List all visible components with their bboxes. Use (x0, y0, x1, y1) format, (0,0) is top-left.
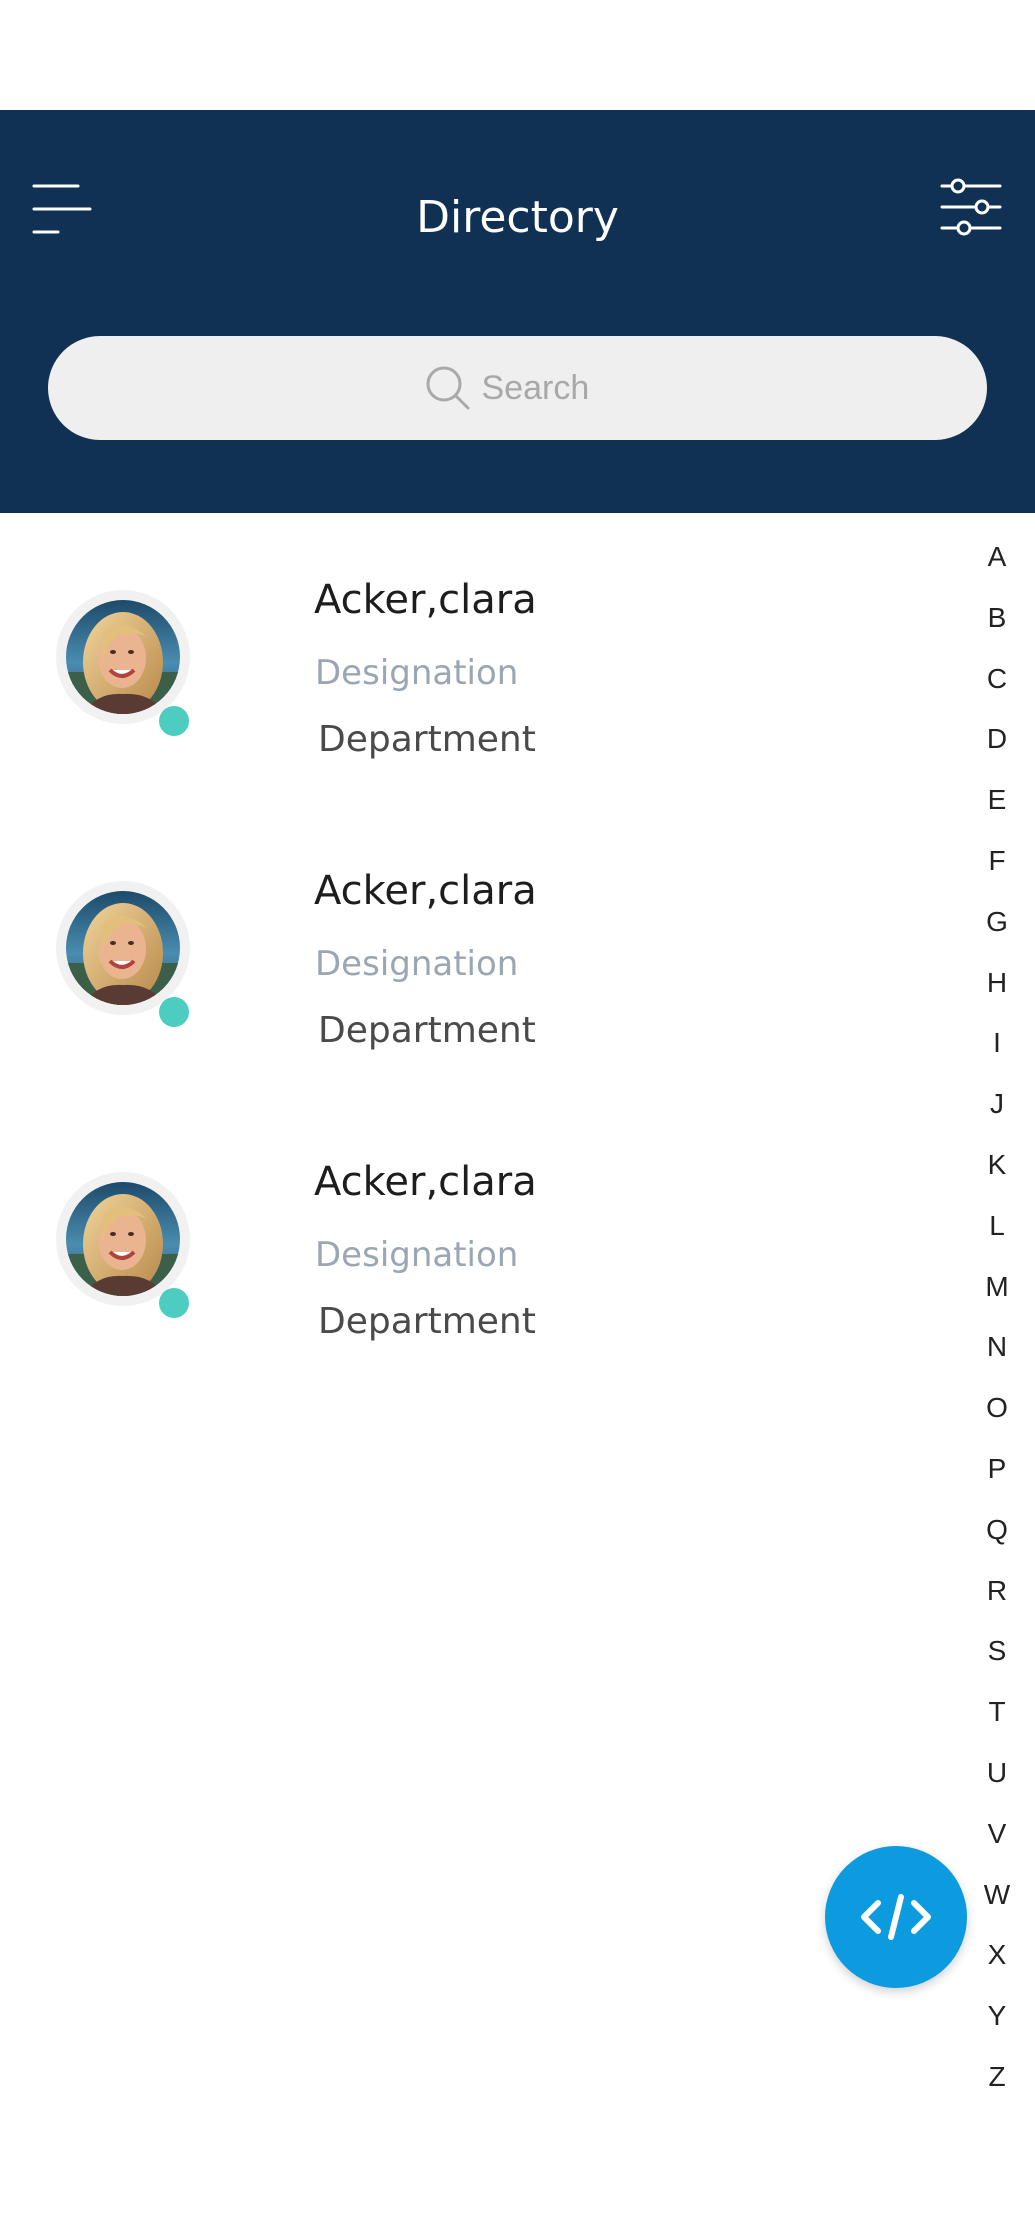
list-item[interactable]: Acker,clara Designation Department (0, 1095, 950, 1386)
alphabet-index-letter[interactable]: R (972, 1561, 1022, 1622)
contact-list: Acker,clara Designation Department Acker… (0, 513, 950, 1386)
alphabet-index-letter[interactable]: E (972, 770, 1022, 831)
avatar-photo (66, 891, 180, 1005)
alphabet-index-letter[interactable]: I (972, 1013, 1022, 1074)
online-status-indicator (159, 706, 189, 736)
alphabet-index-letter[interactable]: A (972, 527, 1022, 588)
contact-designation: Designation (315, 653, 519, 693)
alphabet-index-letter[interactable]: X (972, 1925, 1022, 1986)
app-header: Directory (0, 110, 1035, 513)
contact-designation: Designation (315, 1235, 519, 1275)
alphabet-index-letter[interactable]: Y (972, 1986, 1022, 2047)
online-status-indicator (159, 997, 189, 1027)
search-icon (424, 364, 472, 412)
sliders-filter-icon (940, 178, 1002, 236)
contact-name: Acker,clara (314, 577, 537, 623)
alphabet-index-letter[interactable]: T (972, 1682, 1022, 1743)
contact-designation: Designation (315, 944, 519, 984)
alphabet-index-letter[interactable]: S (972, 1621, 1022, 1682)
alphabet-index-letter[interactable]: D (972, 709, 1022, 770)
alphabet-index: A B C D E F G H I J K L M N O P Q R S T … (972, 527, 1022, 2108)
alphabet-index-letter[interactable]: O (972, 1378, 1022, 1439)
filter-button[interactable] (938, 172, 1004, 242)
alphabet-index-letter[interactable]: L (972, 1196, 1022, 1257)
contact-name: Acker,clara (314, 868, 537, 914)
avatar (56, 881, 190, 1015)
list-item[interactable]: Acker,clara Designation Department (0, 804, 950, 1095)
alphabet-index-letter[interactable]: C (972, 649, 1022, 710)
code-action-button[interactable] (825, 1846, 967, 1988)
avatar (56, 590, 190, 724)
contact-name: Acker,clara (314, 1159, 537, 1205)
list-item[interactable]: Acker,clara Designation Department (0, 513, 950, 804)
avatar-photo (66, 1182, 180, 1296)
avatar-photo (66, 600, 180, 714)
alphabet-index-letter[interactable]: Q (972, 1500, 1022, 1561)
alphabet-index-letter[interactable]: G (972, 892, 1022, 953)
contact-department: Department (318, 1010, 536, 1051)
alphabet-index-letter[interactable]: H (972, 953, 1022, 1014)
alphabet-index-letter[interactable]: Z (972, 2047, 1022, 2108)
alphabet-index-letter[interactable]: N (972, 1317, 1022, 1378)
alphabet-index-letter[interactable]: J (972, 1074, 1022, 1135)
alphabet-index-letter[interactable]: U (972, 1743, 1022, 1804)
alphabet-index-letter[interactable]: F (972, 831, 1022, 892)
alphabet-index-letter[interactable]: W (972, 1865, 1022, 1926)
contact-department: Department (318, 1301, 536, 1342)
alphabet-index-letter[interactable]: B (972, 588, 1022, 649)
alphabet-index-letter[interactable]: P (972, 1439, 1022, 1500)
alphabet-index-letter[interactable]: M (972, 1257, 1022, 1318)
page-title: Directory (416, 192, 619, 243)
status-bar-area (0, 0, 1035, 110)
search-input[interactable] (481, 368, 612, 408)
alphabet-index-letter[interactable]: K (972, 1135, 1022, 1196)
avatar (56, 1172, 190, 1306)
contact-department: Department (318, 719, 536, 760)
search-bar[interactable] (48, 336, 987, 440)
online-status-indicator (159, 1288, 189, 1318)
code-icon (861, 1894, 931, 1940)
alphabet-index-letter[interactable]: V (972, 1804, 1022, 1865)
